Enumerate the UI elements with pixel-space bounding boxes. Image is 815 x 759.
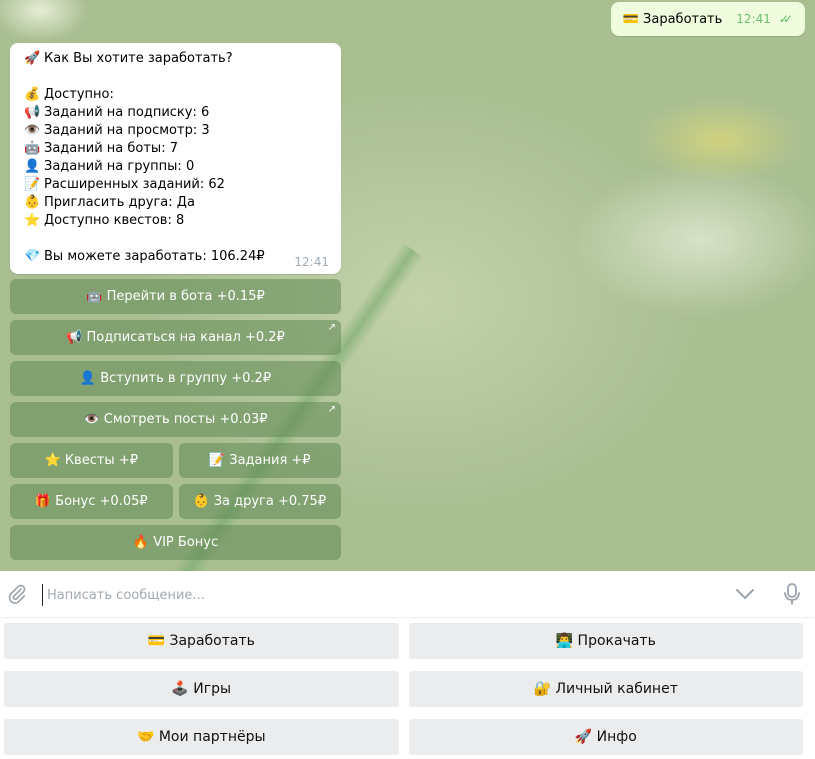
stat-line-views: 👁️ Заданий на просмотр: 3 — [24, 122, 327, 140]
button-label: ⭐ Квесты +₽ — [44, 453, 139, 468]
stat-line-quests: ⭐ Доступно квестов: 8 — [24, 212, 327, 230]
button-label: 🔐 Личный кабинет — [533, 681, 678, 697]
button-label: 👁️ Смотреть посты +0.03₽ — [83, 412, 268, 427]
button-label: 🤝 Мои партнёры — [136, 729, 266, 745]
games-button[interactable]: 🕹️ Игры — [4, 671, 399, 707]
button-label: 🔥 VIP Бонус — [132, 535, 219, 550]
inline-keyboard: 🤖 Перейти в бота +0.15₽ 📢 Подписаться на… — [10, 279, 341, 566]
diamond-icon: 💎 — [24, 249, 41, 264]
stat-label: Заданий на боты: — [44, 141, 166, 156]
stat-value: Да — [176, 195, 195, 210]
stat-value: 8 — [175, 213, 185, 228]
friend-bonus-button[interactable]: 👶 За друга +0.75₽ — [178, 484, 341, 519]
earn-value: 106.24₽ — [210, 249, 265, 264]
stat-line-extended: 📝 Расширенных заданий: 62 — [24, 176, 327, 194]
star-icon: ⭐ — [24, 213, 41, 228]
stat-value: 3 — [201, 123, 210, 138]
stat-value: 0 — [185, 159, 195, 174]
message-input[interactable] — [42, 584, 649, 606]
external-link-icon: ↗ — [327, 404, 336, 415]
button-label: 👤 Вступить в группу +0.2₽ — [79, 371, 272, 386]
available-label: Доступно: — [44, 87, 114, 102]
watch-posts-button[interactable]: 👁️ Смотреть посты +0.03₽ ↗ — [10, 402, 341, 437]
stat-line-subscribe: 📢 Заданий на подписку: 6 — [24, 104, 327, 122]
rocket-icon: 🚀 — [24, 51, 41, 66]
outgoing-message[interactable]: 💳 Заработать 12:41 ✓✓ — [610, 2, 805, 36]
outgoing-message-text: Заработать — [643, 11, 723, 27]
baby-icon: 👶 — [24, 195, 41, 210]
user-icon: 👤 — [24, 159, 41, 174]
stat-label: Доступно квестов: — [44, 213, 172, 228]
message-title: Как Вы хотите заработать? — [44, 51, 233, 66]
earn-button[interactable]: 💳 Заработать — [4, 623, 399, 659]
stat-label: Заданий на просмотр: — [44, 123, 198, 138]
robot-icon: 🤖 — [24, 141, 41, 156]
memo-icon: 📝 — [24, 177, 41, 192]
upgrade-button[interactable]: 👨‍💻 Прокачать — [408, 623, 803, 659]
button-label: 🎁 Бонус +0.05₽ — [34, 494, 148, 509]
reply-keyboard: 💳 Заработать 👨‍💻 Прокачать 🕹️ Игры 🔐 Лич… — [0, 618, 815, 759]
stat-line-bots: 🤖 Заданий на боты: 7 — [24, 140, 327, 158]
go-to-bot-button[interactable]: 🤖 Перейти в бота +0.15₽ — [10, 279, 341, 314]
button-label: 🚀 Инфо — [574, 729, 637, 745]
join-group-button[interactable]: 👤 Вступить в группу +0.2₽ — [10, 361, 341, 396]
incoming-message-time: 12:41 — [294, 255, 329, 269]
button-label: 🤖 Перейти в бота +0.15₽ — [86, 289, 265, 304]
button-label: 🕹️ Игры — [171, 681, 232, 697]
subscribe-channel-button[interactable]: 📢 Подписаться на канал +0.2₽ ↗ — [10, 320, 341, 355]
message-title-line: 🚀 Как Вы хотите заработать? — [24, 50, 327, 68]
button-label: 👨‍💻 Прокачать — [555, 633, 656, 649]
eye-icon: 👁️ — [24, 123, 41, 138]
quests-button[interactable]: ⭐ Квесты +₽ — [10, 443, 173, 478]
button-label: 💳 Заработать — [147, 633, 255, 649]
bonus-button[interactable]: 🎁 Бонус +0.05₽ — [10, 484, 173, 519]
paperclip-icon[interactable] — [6, 583, 28, 605]
earn-line: 💎 Вы можете заработать: 106.24₽ — [24, 248, 327, 266]
button-label: 👶 За друга +0.75₽ — [193, 494, 327, 509]
info-button[interactable]: 🚀 Инфо — [408, 719, 803, 755]
button-label: 📝 Задания +₽ — [208, 453, 311, 468]
stat-value: 7 — [169, 141, 178, 156]
chat-background: 💳 Заработать 12:41 ✓✓ 🚀 Как Вы хотите зар… — [0, 0, 815, 571]
personal-cabinet-button[interactable]: 🔐 Личный кабинет — [408, 671, 803, 707]
microphone-icon[interactable] — [782, 582, 802, 606]
outgoing-message-time: 12:41 — [736, 12, 771, 26]
stat-value: 6 — [201, 105, 210, 120]
button-label: 📢 Подписаться на канал +0.2₽ — [66, 330, 285, 345]
stat-label: Заданий на группы: — [44, 159, 182, 174]
stat-label: Пригласить друга: — [44, 195, 173, 210]
earn-label: Вы можете заработать: — [44, 249, 207, 264]
read-checkmarks-icon: ✓✓ — [778, 12, 793, 26]
card-icon: 💳 — [622, 11, 640, 27]
vip-bonus-button[interactable]: 🔥 VIP Бонус — [10, 525, 341, 560]
stat-value: 62 — [208, 177, 225, 192]
external-link-icon: ↗ — [327, 322, 336, 333]
available-line: 💰 Доступно: — [24, 86, 327, 104]
megaphone-icon: 📢 — [24, 105, 41, 120]
message-composer — [0, 571, 815, 618]
incoming-message[interactable]: 🚀 Как Вы хотите заработать? 💰 Доступно: 📢 З… — [10, 43, 341, 274]
money-bag-icon: 💰 — [24, 87, 41, 102]
stat-line-invite: 👶 Пригласить друга: Да — [24, 194, 327, 212]
stat-line-groups: 👤 Заданий на группы: 0 — [24, 158, 327, 176]
chevron-down-icon[interactable] — [734, 584, 756, 604]
stat-label: Расширенных заданий: — [44, 177, 205, 192]
tasks-button[interactable]: 📝 Задания +₽ — [178, 443, 341, 478]
partners-button[interactable]: 🤝 Мои партнёры — [4, 719, 399, 755]
stat-label: Заданий на подписку: — [44, 105, 197, 120]
